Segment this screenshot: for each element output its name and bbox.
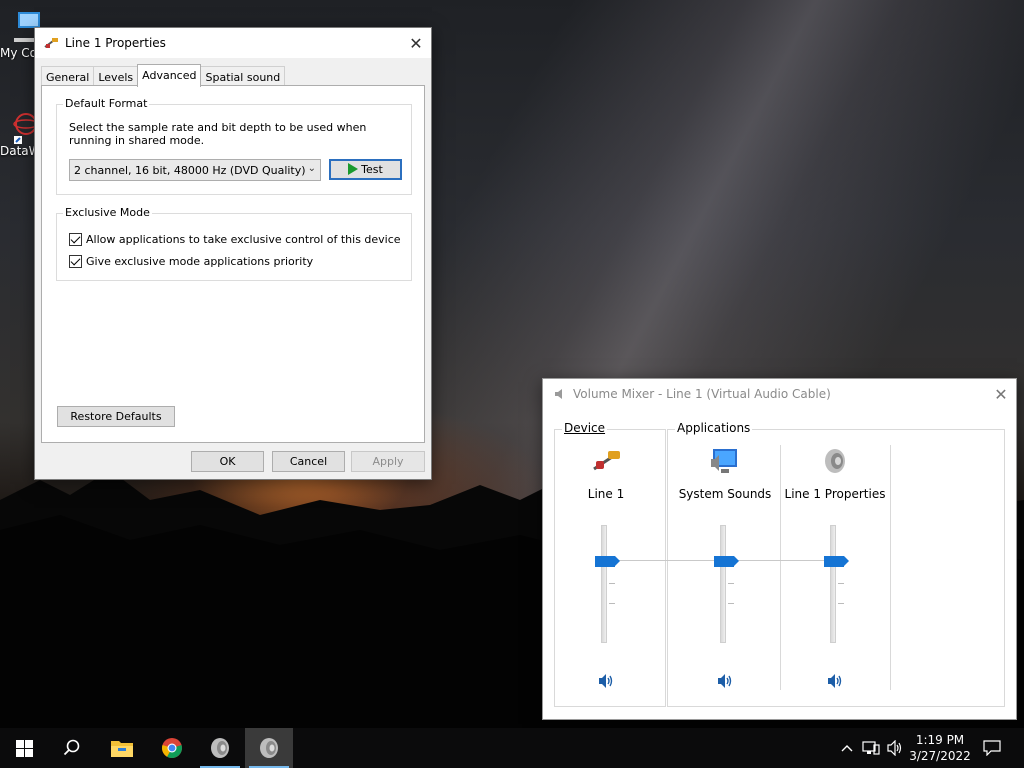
taskbar-chrome[interactable] (148, 728, 196, 768)
tab-levels[interactable]: Levels (93, 66, 139, 87)
checkbox-checked-icon (69, 233, 82, 246)
show-hidden-icons[interactable] (838, 728, 856, 768)
sample-format-dropdown[interactable]: 2 channel, 16 bit, 48000 Hz (DVD Quality… (69, 159, 321, 181)
search-icon (63, 739, 80, 756)
slider-rail (720, 525, 726, 643)
volume-slider[interactable] (714, 525, 739, 643)
system-clock[interactable]: 1:19 PM 3/27/2022 (900, 732, 980, 764)
exclusive-mode-group: Exclusive Mode Allow applications to tak… (56, 206, 412, 281)
slider-tick (728, 603, 734, 604)
default-format-group: Default Format Select the sample rate an… (56, 97, 412, 195)
volume-slider[interactable] (824, 525, 849, 643)
slider-tick (728, 583, 734, 584)
chrome-icon (162, 738, 182, 759)
play-icon (348, 163, 359, 175)
exclusive-mode-legend: Exclusive Mode (63, 206, 152, 219)
slider-thumb[interactable] (714, 556, 739, 567)
test-button-label: Test (361, 163, 383, 176)
slider-thumb[interactable] (595, 556, 620, 567)
chevron-up-icon (841, 745, 853, 752)
exclusive-control-label: Allow applications to take exclusive con… (86, 233, 401, 246)
line1-properties-dialog: Line 1 Properties ✕ General Levels Advan… (34, 27, 432, 480)
slider-thumb[interactable] (824, 556, 849, 567)
speaker-app-icon (825, 449, 845, 473)
taskbar: 1:19 PM 3/27/2022 (0, 728, 1024, 768)
windows-start-icon (15, 739, 33, 757)
file-explorer-icon (111, 741, 133, 757)
slider-tick (838, 603, 844, 604)
chevron-down-icon: ⌄ (307, 163, 316, 174)
slider-tick (609, 583, 615, 584)
channel-name: Line 1 Properties (784, 487, 886, 501)
audio-cable-icon (593, 451, 620, 471)
taskbar-file-explorer[interactable] (98, 728, 146, 768)
mixer-titlebar[interactable]: Volume Mixer - Line 1 (Virtual Audio Cab… (543, 379, 1016, 409)
mixer-title: Volume Mixer - Line 1 (Virtual Audio Cab… (573, 387, 831, 401)
ok-button[interactable]: OK (191, 451, 264, 472)
volume-slider[interactable] (595, 525, 620, 643)
close-icon[interactable]: ✕ (401, 28, 431, 58)
tab-strip: General Levels Advanced Spatial sound (41, 64, 286, 87)
taskbar-volume-mixer[interactable] (245, 728, 293, 768)
dialog-title: Line 1 Properties (65, 36, 166, 50)
system-sounds-icon (711, 449, 737, 473)
speaker-app-icon (260, 738, 278, 758)
volume-mixer-window: Volume Mixer - Line 1 (Virtual Audio Cab… (542, 378, 1017, 720)
tab-general[interactable]: General (41, 66, 95, 87)
device-header: Device (562, 421, 608, 435)
advanced-tab-pane: Default Format Select the sample rate an… (41, 85, 425, 443)
applications-header: Applications (675, 421, 753, 435)
restore-defaults-button[interactable]: Restore Defaults (57, 406, 175, 427)
checkbox-checked-icon (69, 255, 82, 268)
speaker-app-icon (211, 738, 229, 758)
clock-time: 1:19 PM (915, 733, 965, 747)
clock-date: 3/27/2022 (909, 749, 971, 763)
speaker-mute-icon[interactable] (597, 673, 615, 689)
close-icon[interactable]: ✕ (986, 379, 1016, 409)
action-center-button[interactable] (978, 728, 1006, 768)
channel-line1-properties: Line 1 Properties (780, 445, 890, 695)
notification-icon (983, 740, 1001, 756)
speaker-mute-icon[interactable] (716, 673, 734, 689)
slider-tick (838, 583, 844, 584)
exclusive-control-checkbox[interactable]: Allow applications to take exclusive con… (69, 233, 401, 246)
network-status[interactable] (860, 728, 882, 768)
start-button[interactable] (0, 728, 48, 768)
dialog-titlebar[interactable]: Line 1 Properties ✕ (35, 28, 431, 58)
channel-name: System Sounds (678, 487, 772, 501)
speaker-icon (555, 389, 562, 399)
channel-name: Line 1 (587, 487, 625, 501)
channel-line1: Line 1 (551, 445, 661, 695)
tab-spatial-sound[interactable]: Spatial sound (200, 66, 286, 87)
network-icon (862, 741, 880, 755)
search-button[interactable] (48, 728, 96, 768)
default-format-description: Select the sample rate and bit depth to … (69, 121, 367, 147)
channel-system-sounds: System Sounds (670, 445, 780, 695)
cancel-button[interactable]: Cancel (272, 451, 345, 472)
channel-divider (890, 445, 891, 690)
slider-rail (601, 525, 607, 643)
speaker-mute-icon[interactable] (826, 673, 844, 689)
default-format-legend: Default Format (63, 97, 150, 110)
slider-tick (609, 603, 615, 604)
apply-button[interactable]: Apply (351, 451, 425, 472)
exclusive-priority-checkbox[interactable]: Give exclusive mode applications priorit… (69, 255, 313, 268)
exclusive-priority-label: Give exclusive mode applications priorit… (86, 255, 314, 268)
sample-format-value: 2 channel, 16 bit, 48000 Hz (DVD Quality… (74, 164, 306, 177)
audio-cable-icon (44, 38, 58, 48)
slider-rail (830, 525, 836, 643)
test-button[interactable]: Test (329, 159, 402, 180)
tab-advanced[interactable]: Advanced (137, 64, 202, 87)
taskbar-sound-app[interactable] (196, 728, 244, 768)
